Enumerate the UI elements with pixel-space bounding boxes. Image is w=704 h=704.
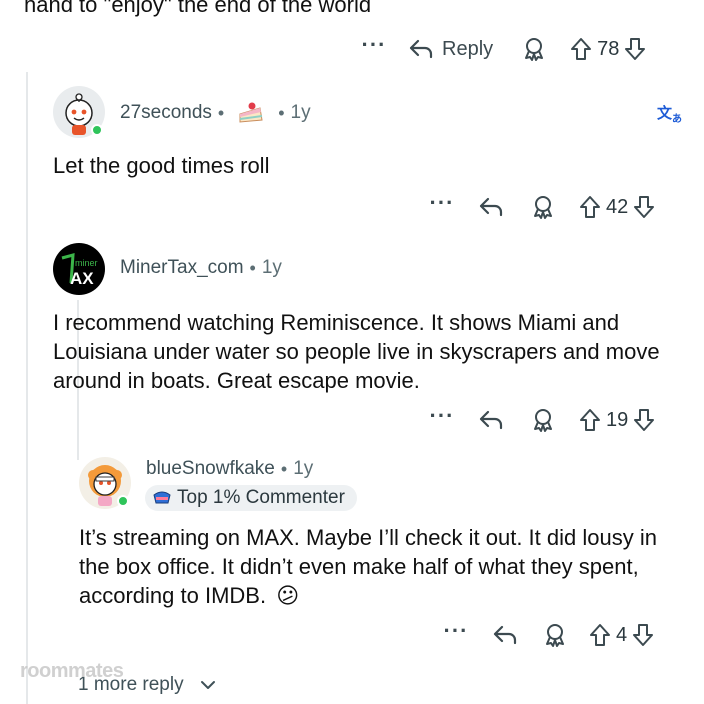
- avatar-text-top: miner: [75, 258, 98, 268]
- award-button[interactable]: [530, 407, 556, 433]
- reply-label: Reply: [442, 37, 494, 60]
- cake-icon: [236, 100, 266, 126]
- online-status-dot: [91, 124, 103, 136]
- upvote-button[interactable]: [569, 36, 593, 62]
- separator: •: [280, 458, 288, 479]
- upvote-icon: [571, 38, 592, 60]
- upvote-icon: [590, 624, 610, 646]
- username[interactable]: MinerTax_com: [120, 257, 244, 279]
- timestamp: 1y: [290, 102, 311, 123]
- upvote-icon: [580, 409, 600, 431]
- badge-icon: [153, 491, 171, 504]
- avatar[interactable]: miner AX: [53, 243, 105, 295]
- award-button[interactable]: [542, 622, 568, 648]
- translate-icon[interactable]: 文あ: [657, 102, 682, 125]
- more-options-icon[interactable]: ···: [428, 192, 456, 216]
- reply-icon: [493, 625, 517, 645]
- upvote-button[interactable]: [588, 622, 612, 648]
- downvote-button[interactable]: [631, 622, 655, 648]
- downvote-button[interactable]: [623, 36, 647, 62]
- downvote-icon: [634, 196, 655, 218]
- comment-header: 27seconds • • 1y: [120, 100, 311, 126]
- comment-header: MinerTax_com • 1y: [120, 257, 282, 279]
- thread-line-parent[interactable]: [26, 72, 28, 704]
- comment-text: It’s streaming on MAX. Maybe I’ll check …: [79, 525, 657, 608]
- parent-comment-text: hand to "enjoy" the end of the world: [24, 0, 372, 17]
- reply-button[interactable]: [492, 624, 518, 646]
- upvote-icon: [580, 196, 600, 218]
- badge-label: Top 1% Commenter: [177, 487, 345, 508]
- more-options-icon[interactable]: ···: [360, 34, 388, 58]
- watermark-text: roommates: [20, 660, 124, 682]
- avatar[interactable]: [53, 86, 105, 138]
- award-button[interactable]: [530, 194, 556, 220]
- minertax-logo-icon: miner AX: [61, 252, 98, 288]
- downvote-icon: [633, 624, 654, 646]
- downvote-button[interactable]: [632, 194, 656, 220]
- comment-action-row: ··· 42: [428, 192, 656, 222]
- downvote-button[interactable]: [632, 407, 656, 433]
- vote-count: 78: [597, 37, 620, 60]
- reply-button[interactable]: Reply: [408, 38, 493, 61]
- vote-count: 42: [606, 195, 629, 218]
- separator: •: [217, 102, 225, 123]
- comment-header: blueSnowfkake • 1y: [146, 458, 313, 480]
- vote-count: 19: [606, 408, 629, 431]
- reply-icon: [479, 410, 503, 430]
- award-icon: [546, 624, 564, 647]
- vote-count: 4: [616, 623, 628, 646]
- downvote-icon: [634, 409, 655, 431]
- avatar-text-main: AX: [70, 269, 94, 288]
- comment-body: I recommend watching Reminiscence. It sh…: [53, 310, 660, 393]
- reply-button[interactable]: [478, 196, 504, 218]
- top-commenter-badge[interactable]: Top 1% Commenter: [145, 485, 357, 511]
- reply-icon: [479, 197, 503, 217]
- confused-emoji-icon: 😕: [276, 584, 300, 609]
- award-button[interactable]: [521, 36, 547, 62]
- comment-body: It’s streaming on MAX. Maybe I’ll check …: [79, 523, 689, 611]
- username[interactable]: 27seconds: [120, 102, 212, 124]
- reply-icon: [409, 39, 433, 59]
- separator: •: [278, 102, 285, 123]
- upvote-button[interactable]: [578, 194, 602, 220]
- separator: •: [249, 257, 256, 278]
- more-options-icon[interactable]: ···: [428, 405, 456, 429]
- downvote-icon: [625, 38, 646, 60]
- more-options-icon[interactable]: ···: [442, 620, 470, 644]
- comment-action-row: ··· 19: [428, 405, 656, 435]
- chevron-down-icon: [200, 681, 215, 689]
- timestamp: 1y: [293, 458, 314, 479]
- timestamp: 1y: [261, 257, 282, 278]
- parent-action-row: ··· Reply 78: [360, 34, 647, 64]
- reply-button[interactable]: [478, 409, 504, 431]
- upvote-button[interactable]: [578, 407, 602, 433]
- comment-action-row: ··· 4: [442, 620, 655, 650]
- award-icon: [525, 38, 544, 61]
- award-icon: [534, 409, 552, 432]
- avatar[interactable]: [79, 457, 131, 509]
- online-status-dot: [117, 495, 129, 507]
- comment-body: Let the good times roll: [53, 153, 270, 178]
- award-icon: [534, 196, 552, 219]
- username[interactable]: blueSnowfkake: [146, 458, 275, 480]
